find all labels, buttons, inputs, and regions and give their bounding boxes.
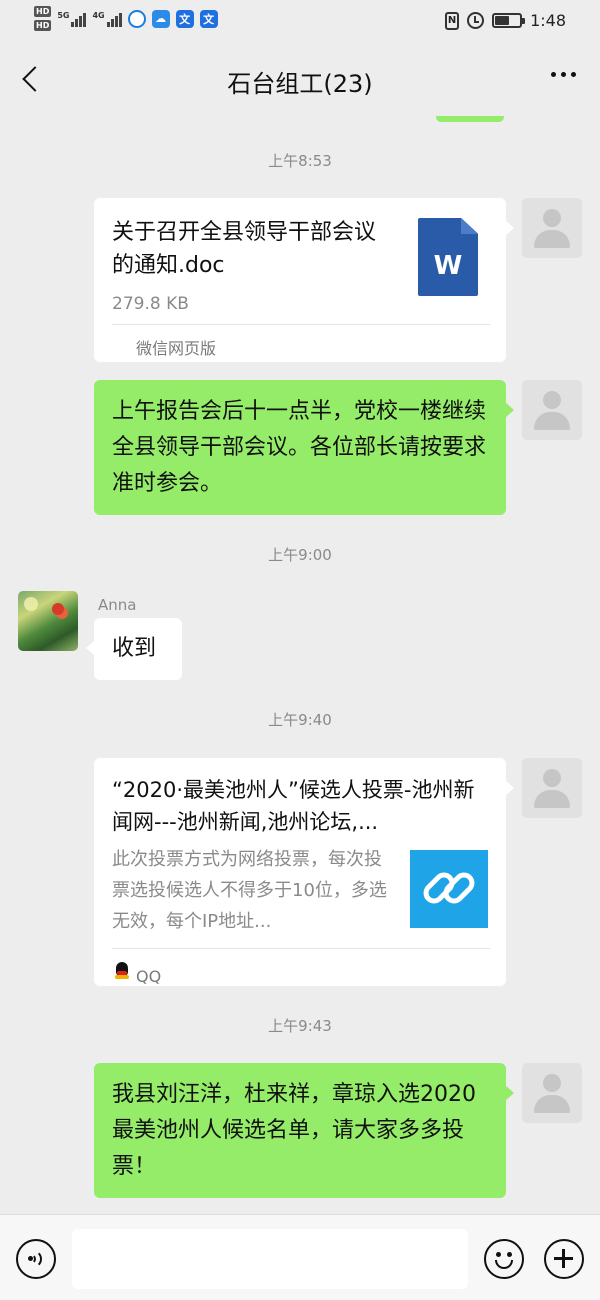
status-icons-right: N 1:48: [445, 11, 566, 30]
emoji-button[interactable]: [484, 1239, 524, 1279]
timestamp: 上午8:53: [268, 152, 332, 170]
text-message-incoming[interactable]: 收到: [86, 618, 182, 680]
link-icon: [410, 850, 488, 928]
network-label-1: 5G: [57, 10, 70, 20]
chat-header: 石台组工(23): [0, 44, 600, 116]
chat-title: 石台组工(23): [227, 70, 373, 98]
more-functions-button[interactable]: [544, 1239, 584, 1279]
link-message[interactable]: “2020·最美池州人”候选人投票-池州新闻网---池州新闻,池州论坛,... …: [94, 758, 514, 986]
battery-level: [495, 16, 510, 25]
file-size: 279.8 KB: [112, 294, 189, 314]
timestamp: 上午9:40: [268, 711, 332, 729]
signal-4g-icon: 4G: [92, 10, 122, 27]
hd-badge-2: HD: [34, 20, 52, 31]
sender-avatar[interactable]: [18, 591, 78, 651]
word-doc-icon: W: [418, 218, 478, 296]
signal-5g-icon: 5G: [57, 10, 87, 27]
my-avatar[interactable]: [522, 1063, 582, 1123]
sender-name: Anna: [98, 596, 137, 614]
my-avatar[interactable]: [522, 380, 582, 440]
link-description: 此次投票方式为网络投票，每次投票选投候选人不得多于10位，多选无效，每个IP地址…: [112, 849, 387, 932]
file-message[interactable]: 关于召开全县领导干部会议的通知.doc 279.8 KB W 微信网页版: [94, 198, 514, 362]
qq-icon: [114, 962, 130, 980]
text-message-outgoing[interactable]: 上午报告会后十一点半，党校一楼继续全县领导干部会议。各位部长请按要求准时参会。: [94, 380, 514, 515]
my-avatar[interactable]: [522, 198, 582, 258]
file-name: 关于召开全县领导干部会议的通知.doc: [112, 220, 377, 278]
message-input[interactable]: [72, 1229, 468, 1289]
timestamp: 上午9:43: [268, 1017, 332, 1035]
hd-indicator: HD HD: [34, 6, 52, 31]
clock: 1:48: [530, 11, 566, 30]
weather-app-icon: ☁: [151, 9, 170, 28]
voice-input-button[interactable]: [16, 1239, 56, 1279]
message-text: 收到: [112, 636, 157, 661]
input-bar: [0, 1214, 600, 1300]
file-source: 微信网页版: [136, 339, 217, 358]
text-message-outgoing[interactable]: 我县刘汪洋，杜来祥，章琼入选2020 最美池州人候选名单，请大家多多投票！: [94, 1063, 514, 1198]
link-title: “2020·最美池州人”候选人投票-池州新闻网---池州新闻,池州论坛,...: [112, 778, 475, 834]
study-app-icon-2: 文: [199, 9, 218, 28]
battery-icon: [492, 13, 526, 28]
hd-badge-1: HD: [34, 6, 52, 17]
divider: [112, 948, 490, 949]
previous-message-bubble: [436, 116, 504, 122]
nfc-icon: N: [445, 11, 460, 30]
more-options-button[interactable]: [551, 72, 576, 77]
my-avatar[interactable]: [522, 758, 582, 818]
message-text: 我县刘汪洋，杜来祥，章琼入选2020 最美池州人候选名单，请大家多多投票！: [112, 1082, 476, 1179]
message-text: 上午报告会后十一点半，党校一楼继续全县领导干部会议。各位部长请按要求准时参会。: [112, 399, 487, 496]
app-notification-icon: [127, 9, 146, 28]
timestamp: 上午9:00: [268, 546, 332, 564]
back-button[interactable]: [14, 60, 54, 100]
link-source: QQ: [136, 967, 162, 986]
divider: [112, 324, 490, 325]
alarm-icon: [467, 12, 485, 29]
status-bar: HD HD 5G 4G ☁ 文 文 N 1:48: [0, 0, 600, 44]
status-icons-left: HD HD 5G 4G ☁ 文 文: [34, 6, 218, 31]
network-label-2: 4G: [92, 10, 105, 20]
study-app-icon: 文: [175, 9, 194, 28]
word-icon-letter: W: [433, 251, 463, 281]
message-list[interactable]: 上午8:53 关于召开全县领导干部会议的通知.doc 279.8 KB W 微信…: [0, 116, 600, 1214]
